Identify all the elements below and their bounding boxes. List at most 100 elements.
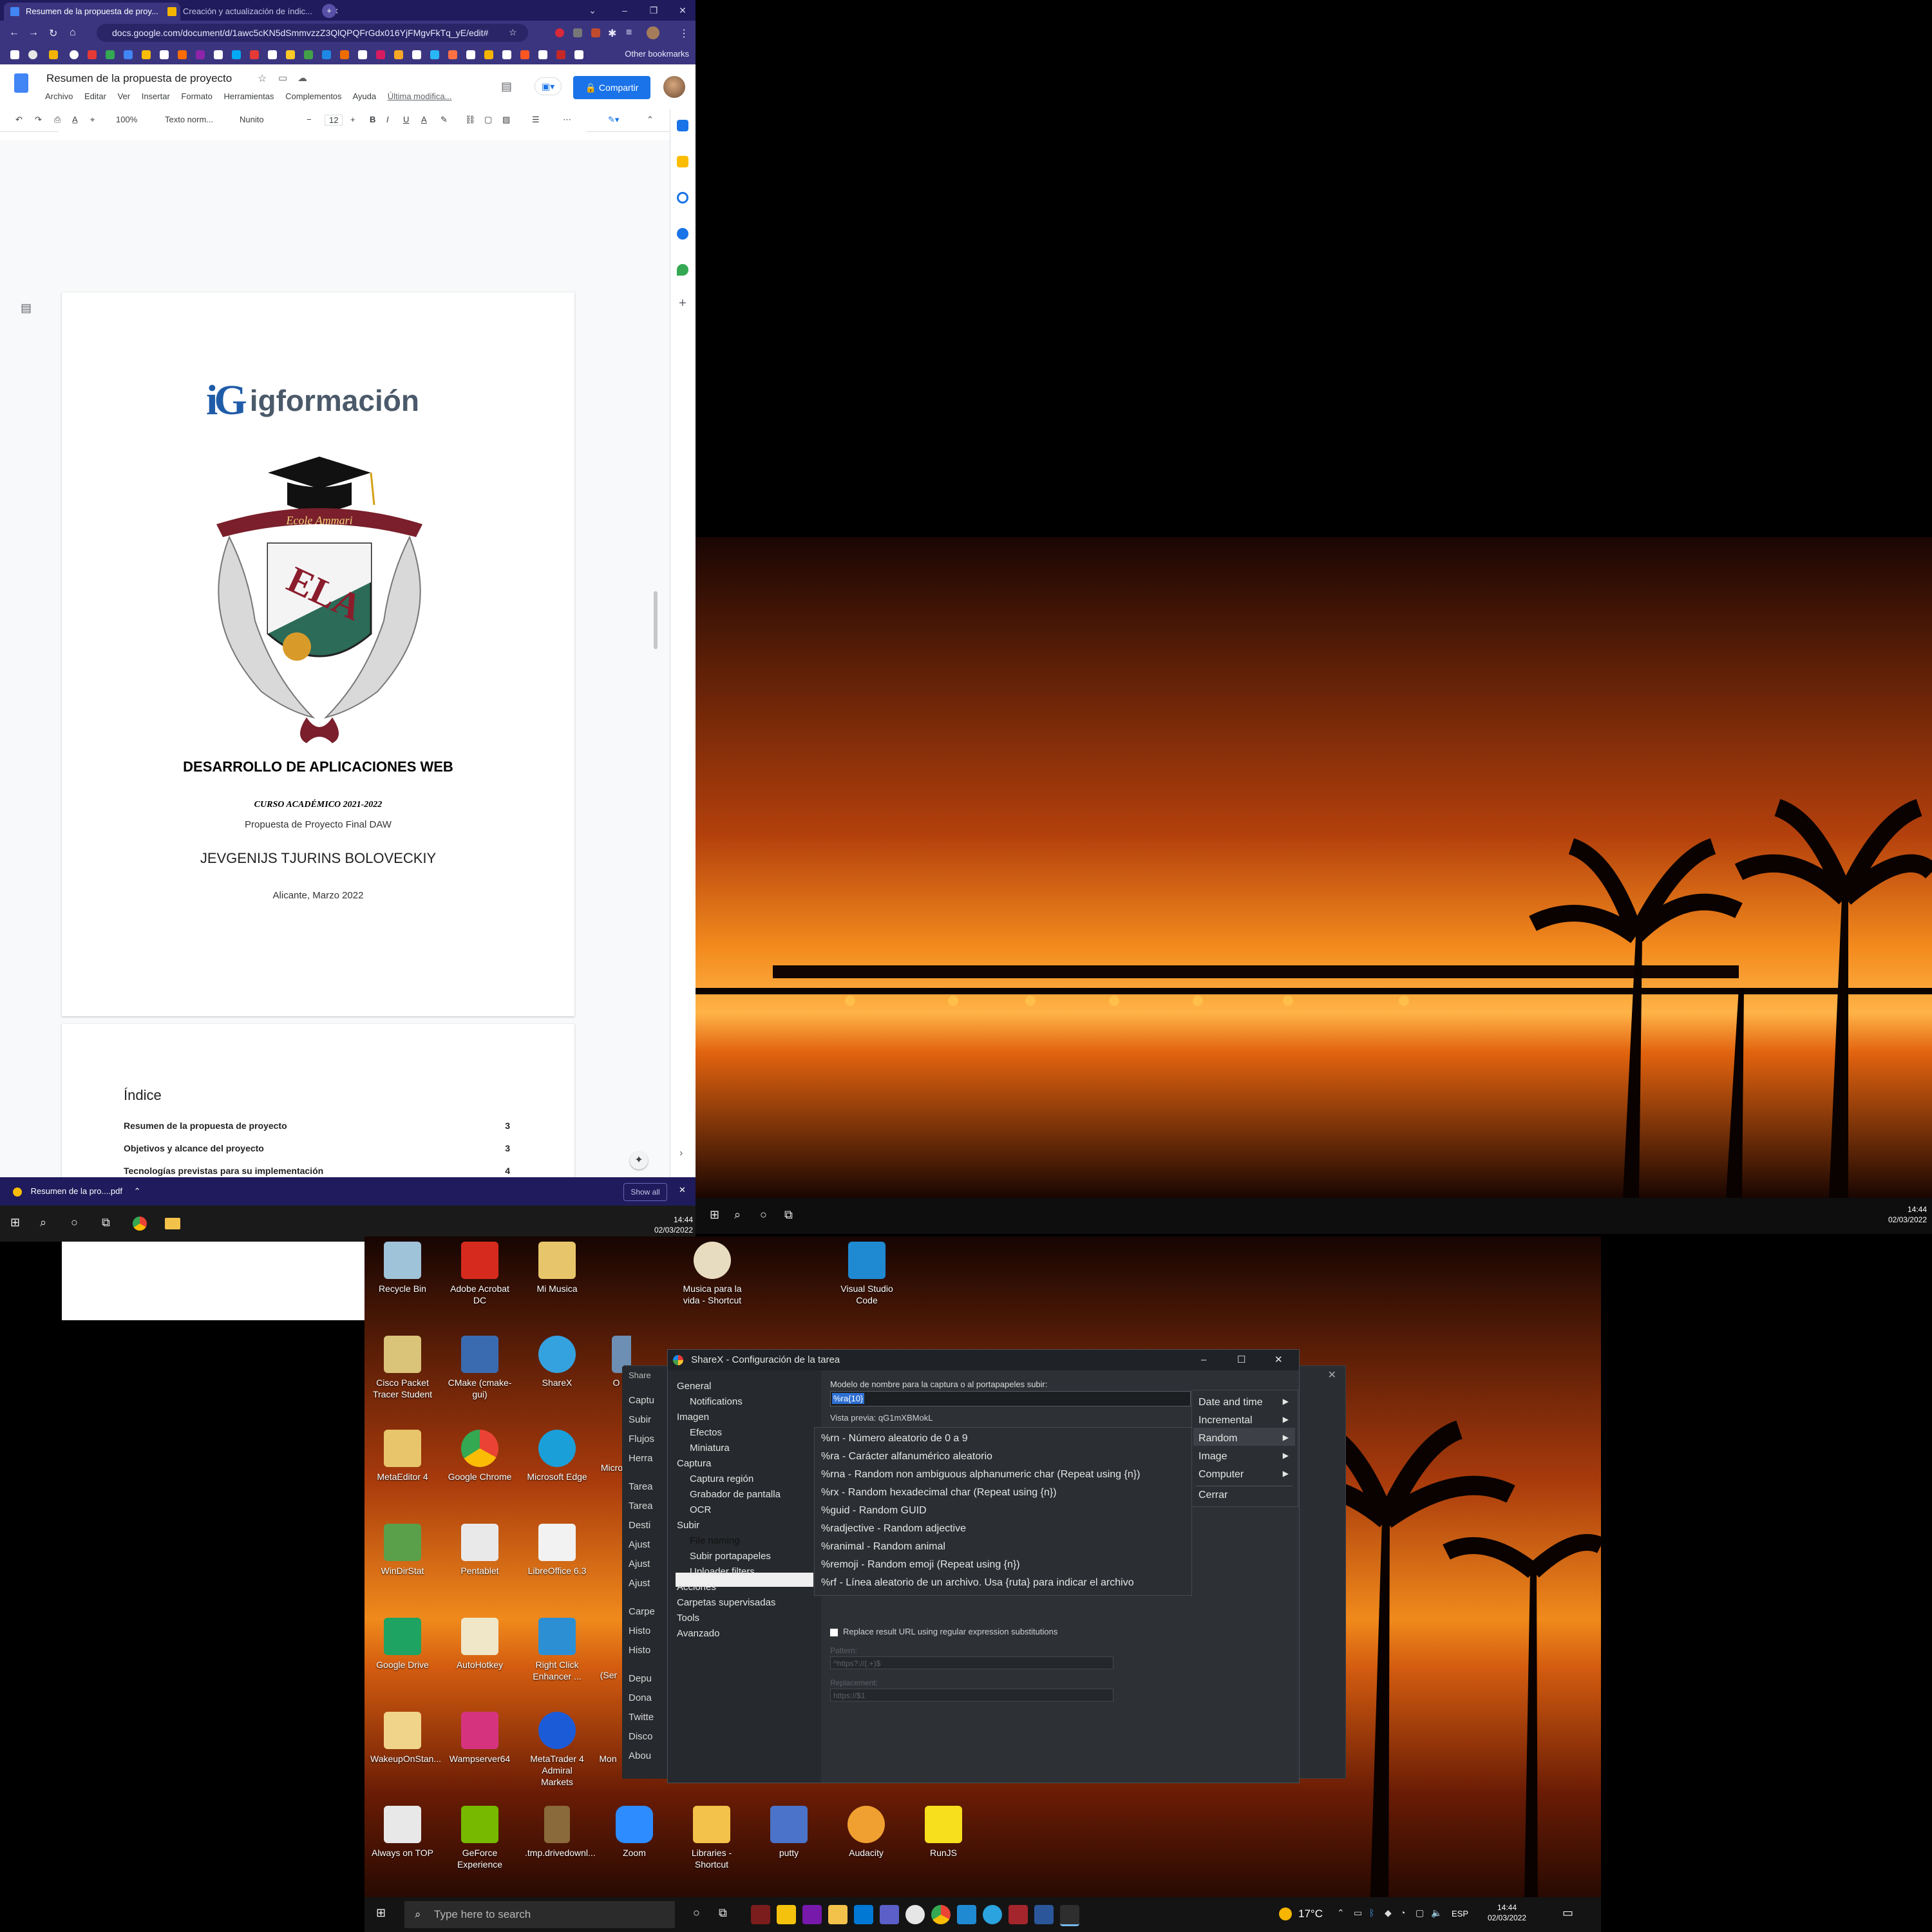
- editing-mode-icon[interactable]: ✎▾: [608, 115, 619, 125]
- extension-icon[interactable]: [591, 28, 600, 37]
- desktop-icon-wakeup[interactable]: WakeupOnStan...: [370, 1712, 441, 1765]
- desktop-icon-metaeditor[interactable]: MetaEditor 4: [370, 1430, 435, 1482]
- window-titlebar[interactable]: ShareX - Configuración de la tarea – ☐ ✕: [668, 1350, 1299, 1370]
- weather-temperature[interactable]: 17°C: [1298, 1908, 1323, 1920]
- comment-icon[interactable]: ▤: [501, 80, 512, 93]
- teams-icon[interactable]: [880, 1905, 899, 1924]
- bookmark-icon[interactable]: [250, 50, 259, 59]
- taskbar-search-input[interactable]: ⌕ Type here to search: [404, 1901, 675, 1928]
- meet-icon[interactable]: ▣▾: [535, 77, 562, 95]
- file-explorer-icon[interactable]: [165, 1218, 180, 1229]
- desktop-icon-autohotkey[interactable]: AutoHotkey: [448, 1618, 512, 1671]
- home-icon[interactable]: ⌂: [70, 27, 76, 39]
- desktop-icon-edge[interactable]: Microsoft Edge: [525, 1430, 589, 1482]
- desktop-icon-chrome[interactable]: Google Chrome: [448, 1430, 512, 1482]
- comment-add-icon[interactable]: ▢: [484, 115, 492, 125]
- desktop-icon-geforce[interactable]: GeForce Experience: [448, 1806, 512, 1870]
- toc-entry[interactable]: Resumen de la propuesta de proyecto 3: [124, 1121, 510, 1131]
- sharex-taskbar-icon[interactable]: [1060, 1905, 1079, 1926]
- cortana-icon[interactable]: ○: [71, 1216, 78, 1229]
- redo-icon[interactable]: ↷: [35, 115, 42, 125]
- main-menu-item[interactable]: Carpe: [629, 1606, 655, 1617]
- chevron-up-icon[interactable]: ⌃: [134, 1186, 141, 1196]
- tree-item-general[interactable]: General: [677, 1381, 711, 1392]
- bookmark-icon[interactable]: [70, 50, 79, 59]
- tree-item-acciones[interactable]: Acciones: [677, 1582, 716, 1593]
- menu-view[interactable]: Ver: [118, 91, 131, 101]
- minimize-icon[interactable]: –: [1201, 1350, 1206, 1370]
- ruler[interactable]: [58, 131, 586, 141]
- bookmark-icon[interactable]: [268, 50, 277, 59]
- explore-icon[interactable]: ✦: [630, 1151, 648, 1170]
- menu-item-remoji[interactable]: %remoji - Random emoji (Repeat using {n}…: [821, 1559, 1020, 1571]
- windows-start-icon[interactable]: ⊞: [710, 1208, 719, 1222]
- desktop-icon-packet-tracer[interactable]: Cisco Packet Tracer Student: [370, 1336, 435, 1400]
- tree-item-captura[interactable]: Captura: [677, 1458, 711, 1469]
- menu-item-radjective[interactable]: %radjective - Random adjective: [821, 1523, 966, 1535]
- bookmark-icon[interactable]: [538, 50, 547, 59]
- puzzle-icon[interactable]: ✱: [608, 27, 616, 40]
- desktop-icon-musica-vida[interactable]: Musica para la vida - Shortcut: [680, 1242, 744, 1306]
- move-folder-icon[interactable]: ▭: [278, 72, 287, 84]
- vscode-taskbar-icon[interactable]: [957, 1905, 976, 1924]
- replacement-input[interactable]: https://$1: [830, 1689, 1113, 1701]
- toc-entry[interactable]: Tecnologías previstas para su implementa…: [124, 1166, 510, 1176]
- tab-docs-summary[interactable]: Resumen de la propuesta de proy... ✕: [4, 3, 180, 21]
- tree-item-avanzado[interactable]: Avanzado: [677, 1628, 719, 1639]
- avatar[interactable]: [663, 76, 685, 98]
- bookmark-icon[interactable]: [322, 50, 331, 59]
- bookmark-icon[interactable]: [412, 50, 421, 59]
- access-icon[interactable]: [1009, 1905, 1028, 1924]
- main-menu-item[interactable]: Depu: [629, 1673, 652, 1684]
- menu-addons[interactable]: Complementos: [285, 91, 341, 101]
- add-addon-icon[interactable]: +: [679, 296, 687, 311]
- keep-icon[interactable]: [677, 156, 688, 167]
- bookmark-icon[interactable]: [484, 50, 493, 59]
- undo-icon[interactable]: ↶: [15, 115, 23, 125]
- star-icon[interactable]: ☆: [509, 27, 517, 38]
- sticky-notes-icon[interactable]: [777, 1905, 796, 1924]
- bookmark-icon[interactable]: [178, 50, 187, 59]
- tree-item-miniatura[interactable]: Miniatura: [690, 1443, 730, 1454]
- menu-item-ranimal[interactable]: %ranimal - Random animal: [821, 1541, 945, 1553]
- main-menu-item[interactable]: Tarea: [629, 1501, 653, 1511]
- bookmark-icon[interactable]: [448, 50, 457, 59]
- clock[interactable]: 14:44 02/03/2022: [644, 1215, 693, 1235]
- main-menu-item[interactable]: Captu: [629, 1395, 654, 1406]
- main-menu-item[interactable]: Flujos: [629, 1434, 654, 1444]
- minimize-icon[interactable]: –: [612, 3, 638, 18]
- tab-search-icon[interactable]: ⌄: [580, 3, 605, 18]
- desktop-icon-tmp-drive[interactable]: .tmp.drivedownl...: [525, 1806, 596, 1859]
- maps-icon[interactable]: [677, 264, 688, 276]
- main-menu-item[interactable]: Tarea: [629, 1481, 653, 1492]
- align-icon[interactable]: ☰: [532, 115, 540, 125]
- download-item[interactable]: Resumen de la pro....pdf ⌃: [13, 1186, 141, 1197]
- main-menu-item[interactable]: Histo: [629, 1645, 650, 1656]
- store-icon[interactable]: [854, 1905, 873, 1924]
- clock[interactable]: 14:44 02/03/2022: [1874, 1204, 1927, 1225]
- chrome-taskbar-icon[interactable]: [133, 1217, 147, 1231]
- bookmark-icon[interactable]: [49, 50, 58, 59]
- image-icon[interactable]: ▨: [502, 115, 510, 125]
- menu-item-guid[interactable]: %guid - Random GUID: [821, 1505, 927, 1517]
- menu-file[interactable]: Archivo: [45, 91, 73, 101]
- checkbox-box[interactable]: [830, 1628, 838, 1636]
- taskbar-app-icon[interactable]: [751, 1905, 770, 1924]
- maximize-icon[interactable]: ☐: [1237, 1350, 1245, 1370]
- menu-insert[interactable]: Insertar: [142, 91, 170, 101]
- desktop-icon-mi-musica[interactable]: Mi Musica: [525, 1242, 589, 1294]
- menu-help[interactable]: Ayuda: [352, 91, 376, 101]
- desktop-icon-zoom[interactable]: Zoom: [602, 1806, 667, 1859]
- menu-item-close[interactable]: Cerrar: [1198, 1490, 1289, 1501]
- cortana-icon[interactable]: ○: [760, 1208, 767, 1222]
- menu-item-ra[interactable]: %ra - Carácter alfanumérico aleatorio: [821, 1451, 992, 1463]
- bookmark-icon[interactable]: [466, 50, 475, 59]
- wifi-icon[interactable]: ◔: [1400, 1908, 1405, 1918]
- bold-icon[interactable]: B: [370, 115, 375, 124]
- extension-icon[interactable]: [573, 28, 582, 37]
- other-bookmarks[interactable]: Other bookmarks: [625, 49, 689, 59]
- desktop-icon-recycle-bin[interactable]: Recycle Bin: [370, 1242, 435, 1294]
- close-window-icon[interactable]: ✕: [670, 3, 696, 18]
- desktop-icon-vscode[interactable]: Visual Studio Code: [835, 1242, 899, 1306]
- highlight-icon[interactable]: ✎: [440, 115, 448, 125]
